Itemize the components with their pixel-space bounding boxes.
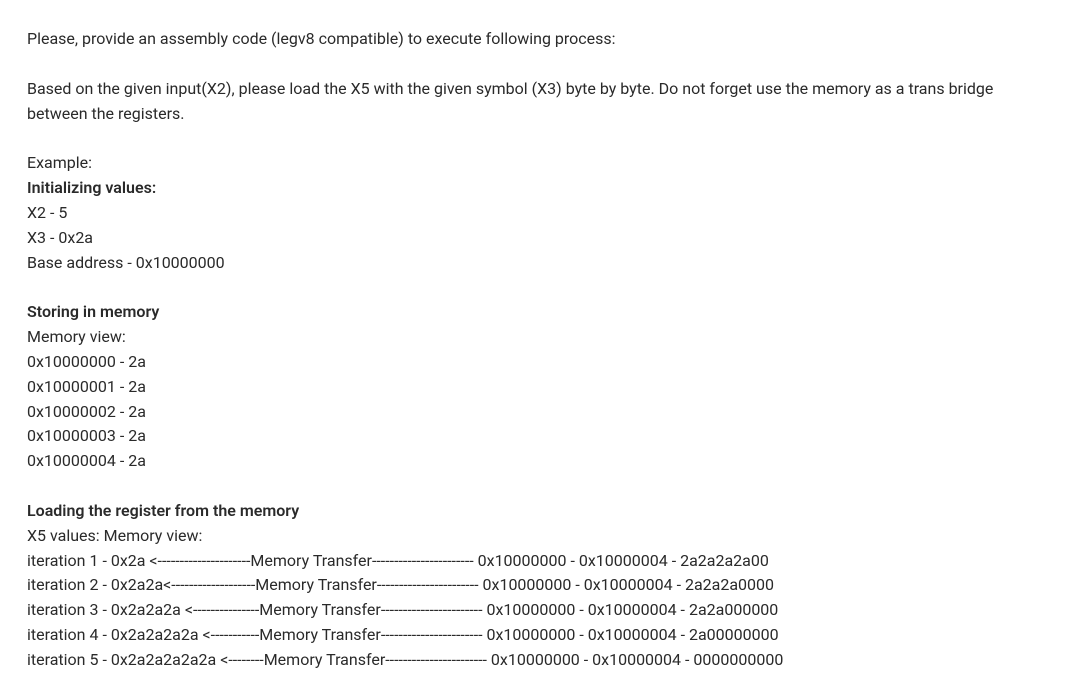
intro-text: Please, provide an assembly code (legv8 … [27,27,1050,52]
storing-heading: Storing in memory [27,300,1050,325]
memory-line-1: 0x10000001 - 2a [27,375,1050,400]
init-x3: X3 - 0x2a [27,226,1050,251]
memory-line-3: 0x10000003 - 2a [27,424,1050,449]
memory-line-2: 0x10000002 - 2a [27,400,1050,425]
memory-view-label: Memory view: [27,325,1050,350]
init-heading: Initializing values: [27,176,1050,201]
memory-line-0: 0x10000000 - 2a [27,350,1050,375]
iteration-5: iteration 5 - 0x2a2a2a2a2a <--------Memo… [27,648,1050,673]
iteration-2: iteration 2 - 0x2a2a<-------------------… [27,573,1050,598]
iteration-1: iteration 1 - 0x2a <--------------------… [27,549,1050,574]
memory-line-4: 0x10000004 - 2a [27,449,1050,474]
example-label: Example: [27,151,1050,176]
x5-values-label: X5 values: Memory view: [27,524,1050,549]
init-x2: X2 - 5 [27,201,1050,226]
task-description: Based on the given input(X2), please loa… [27,77,1050,127]
iteration-3: iteration 3 - 0x2a2a2a <---------------M… [27,598,1050,623]
init-base: Base address - 0x10000000 [27,251,1050,276]
iteration-4: iteration 4 - 0x2a2a2a2a <-----------Mem… [27,623,1050,648]
loading-heading: Loading the register from the memory [27,499,1050,524]
